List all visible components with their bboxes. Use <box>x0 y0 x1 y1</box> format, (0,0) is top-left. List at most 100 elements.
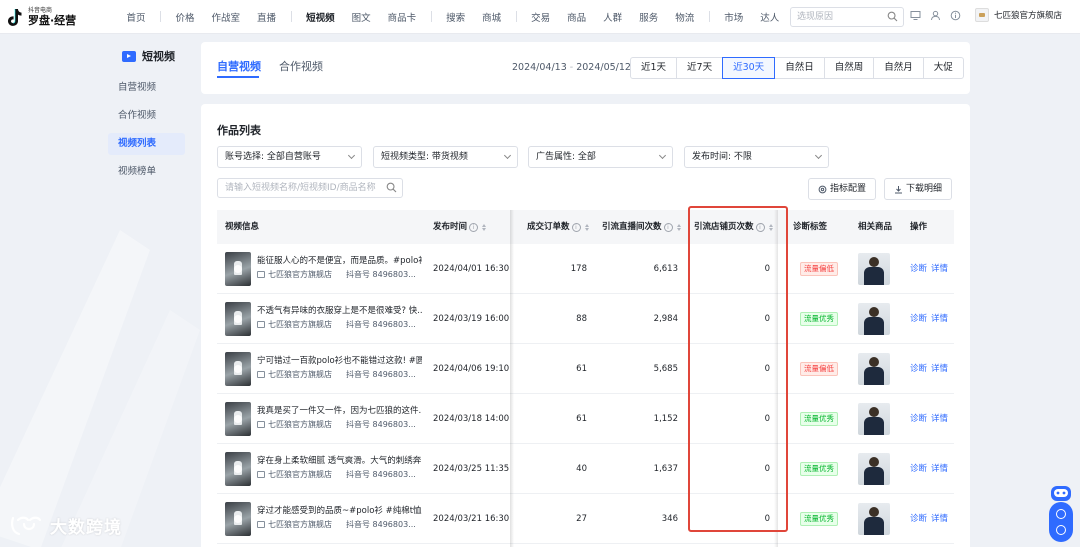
detail-link[interactable]: 详情 <box>931 344 948 394</box>
info-icon: i <box>571 222 581 232</box>
nav-item[interactable]: 商品 <box>559 10 595 24</box>
period-button[interactable]: 自然日 <box>774 57 825 79</box>
detail-link[interactable]: 详情 <box>931 394 948 444</box>
tab-cooperation[interactable]: 合作视频 <box>279 58 323 74</box>
table-row: 穿过才能感受到的品质~#polo衫 #纯棉t恤 #... 七匹狼官方旗舰店 抖音号 … <box>217 494 954 544</box>
sidebar-item[interactable]: 合作视频 <box>108 105 185 127</box>
nav-item[interactable]: 物流 <box>667 10 703 24</box>
orders-cell: 178 <box>570 264 587 274</box>
video-title[interactable]: 我真是买了一件又一件，因为七匹狼的这件... <box>257 404 422 416</box>
metric-config-label: 指标配置 <box>830 184 867 194</box>
nav-item[interactable]: 作战室 <box>203 10 249 24</box>
download-icon <box>895 185 902 193</box>
nav-item[interactable]: 人群 <box>595 10 631 24</box>
header-store-visits[interactable]: 引流店铺页次数 i <box>694 210 773 244</box>
sidebar-item[interactable]: 视频列表 <box>108 133 185 155</box>
date-range-picker[interactable]: 2024/04/13-2024/05/12 <box>512 62 631 73</box>
publish-time-filter-select[interactable]: 发布时间: 不限 <box>684 146 829 168</box>
video-meta: 七匹狼官方旗舰店 抖音号 8496803... <box>257 269 416 280</box>
metric-config-button[interactable]: 指标配置 <box>808 178 877 200</box>
nav-item[interactable]: 首页 <box>118 10 154 24</box>
diagnose-link[interactable]: 诊断 <box>910 394 927 444</box>
header-live-visits[interactable]: 引流直播间次数 i <box>602 210 681 244</box>
logo-title: 罗盘·经营 <box>28 13 77 27</box>
product-thumbnail[interactable] <box>858 353 890 385</box>
video-type-filter-select[interactable]: 短视频类型: 带货视频 <box>373 146 518 168</box>
period-button[interactable]: 自然月 <box>873 57 924 79</box>
video-icon <box>122 50 136 62</box>
video-thumbnail[interactable] <box>225 302 251 336</box>
tab-self-operated[interactable]: 自营视频 <box>217 58 261 74</box>
nav-item[interactable]: 服务 <box>631 10 667 24</box>
date-separator: - <box>569 62 574 73</box>
video-thumbnail[interactable] <box>225 502 251 536</box>
detail-link[interactable]: 详情 <box>931 494 948 544</box>
diagnose-link[interactable]: 诊断 <box>910 444 927 494</box>
video-title[interactable]: 穿在身上柔软细腻 透气爽滑。大气的刺绣奔... <box>257 454 422 466</box>
help-icon[interactable] <box>1056 509 1066 519</box>
nav-item[interactable]: 直播 <box>249 10 285 24</box>
video-account: 抖音号 8496803... <box>346 370 416 379</box>
product-thumbnail[interactable] <box>858 403 890 435</box>
nav-item[interactable]: 市场 <box>716 10 752 24</box>
ad-attribute-filter-select[interactable]: 广告属性: 全部 <box>528 146 673 168</box>
product-thumbnail[interactable] <box>858 253 890 285</box>
search-icon <box>386 182 397 193</box>
download-button[interactable]: 下载明细 <box>884 178 953 200</box>
nav-item[interactable]: 短视频 <box>298 10 344 24</box>
video-account: 抖音号 8496803... <box>346 420 416 429</box>
sort-icon <box>482 223 487 231</box>
info-icon[interactable] <box>950 10 961 21</box>
header-publish-time[interactable]: 发布时间 i <box>433 210 487 244</box>
diagnose-link[interactable]: 诊断 <box>910 494 927 544</box>
period-button[interactable]: 近7天 <box>676 57 724 79</box>
publish-time-cell: 2024/03/18 14:00 <box>433 414 510 424</box>
header-products-label: 相关商品 <box>858 222 893 232</box>
nav-item[interactable]: 搜索 <box>438 10 474 24</box>
nav-item[interactable]: 图文 <box>343 10 379 24</box>
header-actions-label: 操作 <box>910 222 928 232</box>
detail-link[interactable]: 详情 <box>931 294 948 344</box>
shop-switcher[interactable]: 七匹狼官方旗舰店 <box>975 8 1062 22</box>
play-icon <box>234 465 242 473</box>
header-orders[interactable]: 成交订单数 i <box>527 210 589 244</box>
detail-link[interactable]: 详情 <box>931 244 948 294</box>
detail-link[interactable]: 详情 <box>931 444 948 494</box>
store-visits-cell: 0 <box>764 264 770 274</box>
product-thumbnail[interactable] <box>858 303 890 335</box>
user-icon[interactable] <box>930 10 941 21</box>
nav-item[interactable]: 交易 <box>523 10 559 24</box>
diagnose-link[interactable]: 诊断 <box>910 294 927 344</box>
video-title[interactable]: 不透气有异味的衣服穿上是不是很难受? 快... <box>257 304 422 316</box>
period-button[interactable]: 近1天 <box>630 57 678 79</box>
video-thumbnail[interactable] <box>225 452 251 486</box>
period-button[interactable]: 近30天 <box>722 57 776 79</box>
nav-item[interactable]: 商品卡 <box>379 10 425 24</box>
video-thumbnail[interactable] <box>225 352 251 386</box>
diagnose-link[interactable]: 诊断 <box>910 344 927 394</box>
nav-item[interactable]: 价格 <box>167 10 203 24</box>
video-search-input[interactable]: 请输入短视频名称/短视频ID/商品名称 <box>217 178 403 198</box>
table-row: 不透气有异味的衣服穿上是不是很难受? 快... 七匹狼官方旗舰店 抖音号 84968… <box>217 294 954 344</box>
product-thumbnail[interactable] <box>858 503 890 535</box>
nav-search-input[interactable]: 选现原因 <box>790 7 904 27</box>
nav-item[interactable]: 达人 <box>752 10 788 24</box>
video-thumbnail[interactable] <box>225 402 251 436</box>
sidebar-item[interactable]: 视频榜单 <box>108 161 185 183</box>
video-thumbnail[interactable] <box>225 252 251 286</box>
diagnose-link[interactable]: 诊断 <box>910 244 927 294</box>
app-logo[interactable]: 抖音电商 罗盘·经营 <box>6 7 110 27</box>
account-filter-select[interactable]: 账号选择: 全部自营账号 <box>217 146 362 168</box>
video-title[interactable]: 穿过才能感受到的品质~#polo衫 #纯棉t恤 #... <box>257 504 422 516</box>
period-button[interactable]: 自然周 <box>823 57 875 79</box>
nav-item[interactable]: 商城 <box>474 10 510 24</box>
period-button[interactable]: 大促 <box>922 57 964 79</box>
sidebar-item[interactable]: 自营视频 <box>108 77 185 99</box>
floating-tools[interactable] <box>1049 502 1073 542</box>
service-icon[interactable] <box>1056 525 1066 535</box>
video-title[interactable]: 能征服人心的不是便宜，而是品质。#polo衫... <box>257 254 422 266</box>
play-icon <box>234 315 242 323</box>
video-title[interactable]: 宁可错过一百款polo衫也不能错过这款! #圆... <box>257 354 422 366</box>
monitor-icon[interactable] <box>910 10 921 21</box>
product-thumbnail[interactable] <box>858 453 890 485</box>
